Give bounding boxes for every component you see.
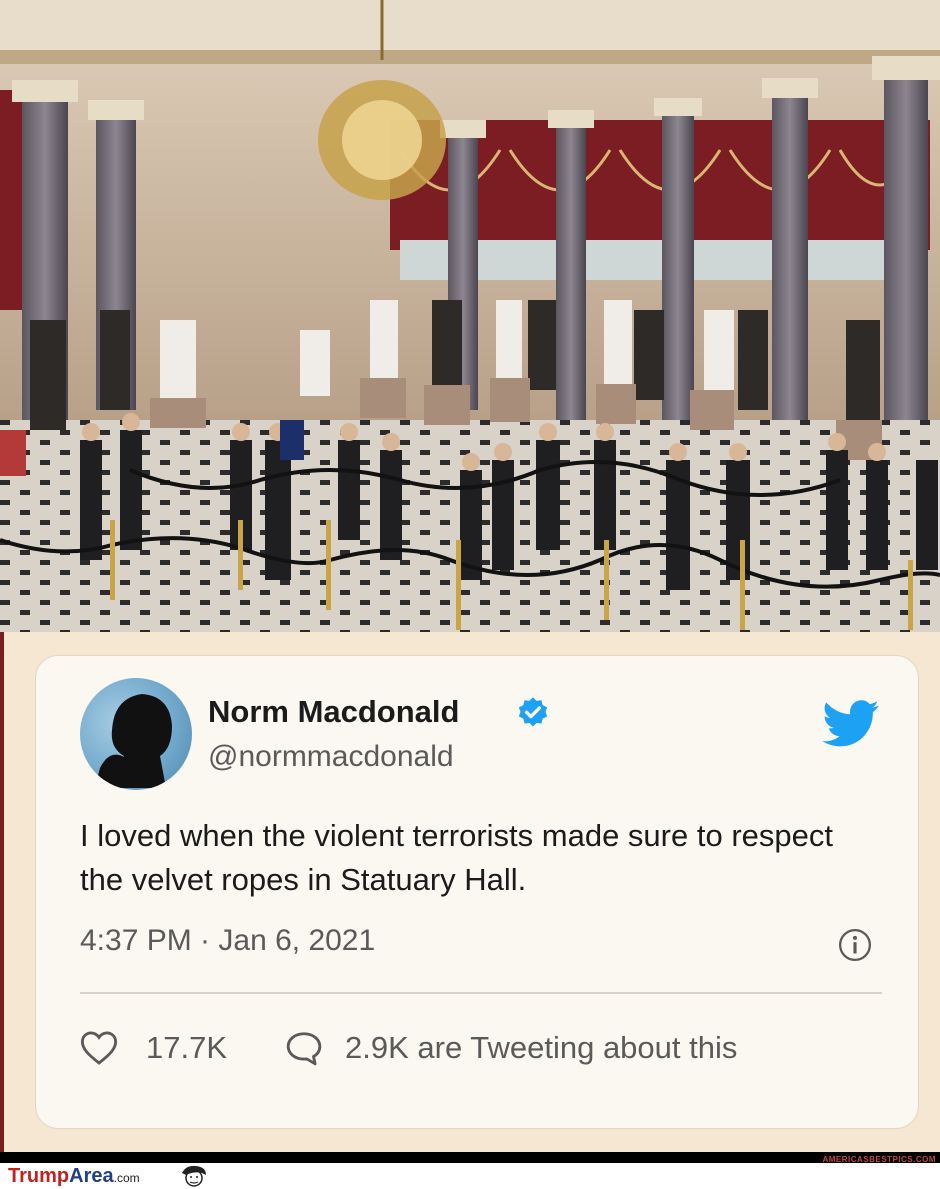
verified-badge-icon [518,697,548,727]
tweeting-about-link[interactable]: 2.9K are Tweeting about this [345,1030,737,1066]
avatar[interactable] [80,678,192,790]
brand-trump: Trump [8,1165,70,1187]
watermark-logo: TrumpArea.com [8,1165,140,1188]
like-count[interactable]: 17.7K [146,1030,227,1066]
display-name[interactable]: Norm Macdonald [208,694,459,730]
face-caricature-icon [182,1165,206,1187]
brand-suffix: .com [113,1171,140,1185]
twitter-bird-icon[interactable] [822,700,880,748]
tweet-timestamp[interactable]: 4:37 PM · Jan 6, 2021 [80,924,375,958]
info-icon[interactable] [838,928,872,962]
brand-area: Area [69,1165,114,1187]
tweet-divider [80,992,882,994]
watermark-bar: TrumpArea.com [0,1163,940,1189]
reply-icon[interactable] [285,1030,323,1066]
photo-illustration [0,0,940,632]
avatar-silhouette-icon [94,694,172,790]
tweet-card: Norm Macdonald @normmacdonald I loved wh… [36,656,918,1128]
heart-icon[interactable] [80,1030,118,1066]
user-handle[interactable]: @normmacdonald [208,740,454,774]
tweet-text: I loved when the violent terrorists made… [80,818,833,897]
statuary-hall-photo [0,0,940,632]
tweet-actions: 17.7K 2.9K are Tweeting about this [80,1028,737,1068]
tweet-panel: Norm Macdonald @normmacdonald I loved wh… [0,632,940,1152]
